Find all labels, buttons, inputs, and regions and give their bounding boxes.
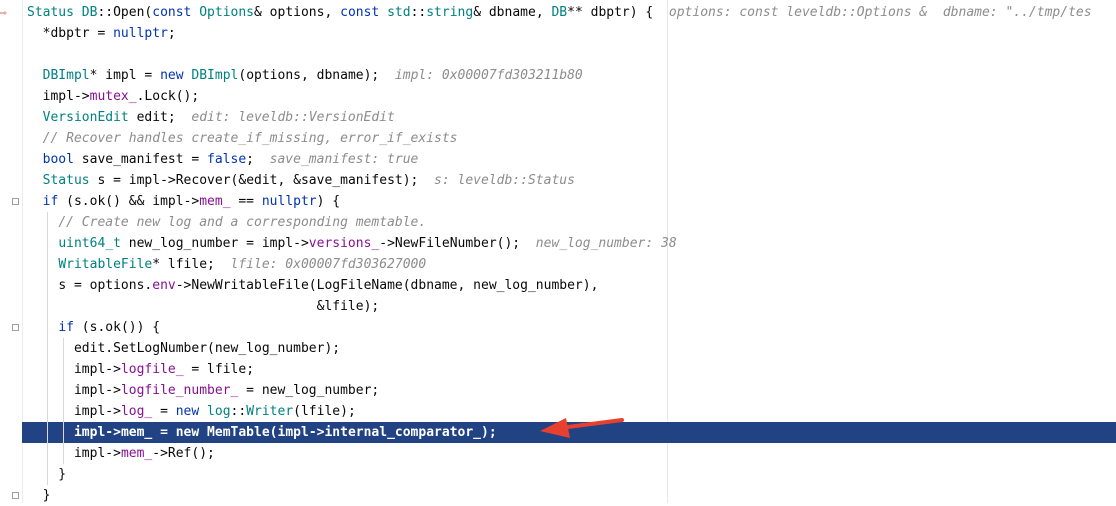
code-text: &lfile); (27, 299, 380, 314)
code-text: DBImpl* impl = new DBImpl(options, dbnam… (42, 68, 583, 83)
code-line[interactable]: } (0, 464, 1116, 485)
code-line[interactable]: uint64_t new_log_number = impl->versions… (0, 233, 1116, 254)
indent-guide (47, 212, 48, 485)
code-line[interactable]: WritableFile* lfile; lfile: 0x00007fd303… (0, 254, 1116, 275)
code-line[interactable]: impl->mem_->Ref(); (0, 443, 1116, 464)
inline-debug-value: impl: 0x00007fd303211b80 (379, 68, 583, 83)
code-text: impl->mem_ = new MemTable(impl->internal… (73, 425, 497, 440)
code-text: WritableFile* lfile; lfile: 0x00007fd303… (58, 257, 427, 272)
code-line[interactable]: impl->logfile_number_ = new_log_number; (0, 380, 1116, 401)
code-line[interactable]: impl->mutex_.Lock(); (0, 86, 1116, 107)
inline-debug-value: save_manifest: true (254, 152, 419, 167)
code-text: s = options.env->NewWritableFile(LogFile… (58, 278, 599, 293)
current-execution-line[interactable]: impl->mem_ = new MemTable(impl->internal… (0, 422, 1116, 443)
code-line[interactable]: impl->logfile_ = lfile; (0, 359, 1116, 380)
execution-point-icon: ⇨ (0, 6, 7, 19)
code-editor[interactable]: Status DB::Open(const Options& options, … (0, 0, 1116, 503)
code-line[interactable]: // Recover handles create_if_missing, er… (0, 128, 1116, 149)
code-line[interactable] (0, 44, 1116, 65)
code-line[interactable]: if (s.ok() && impl->mem_ == nullptr) { (0, 191, 1116, 212)
inline-debug-value: s: leveldb::Status (418, 173, 575, 188)
code-text: impl->log_ = new log::Writer(lfile); (73, 404, 356, 419)
inline-debug-value: edit: leveldb::VersionEdit (175, 110, 395, 125)
code-text: impl->logfile_number_ = new_log_number; (73, 383, 380, 398)
code-line[interactable]: // Create new log and a corresponding me… (0, 212, 1116, 233)
code-text: uint64_t new_log_number = impl->versions… (58, 236, 677, 251)
fold-icon[interactable] (12, 324, 19, 331)
code-line[interactable]: VersionEdit edit; edit: leveldb::Version… (0, 107, 1116, 128)
code-line[interactable]: Status s = impl->Recover(&edit, &save_ma… (0, 170, 1116, 191)
fold-icon[interactable] (12, 492, 19, 499)
code-text: edit.SetLogNumber(new_log_number); (73, 341, 341, 356)
code-line[interactable]: Status DB::Open(const Options& options, … (0, 2, 1116, 23)
code-text: VersionEdit edit; edit: leveldb::Version… (42, 110, 395, 125)
inline-debug-value: new_log_number: 38 (520, 236, 677, 251)
code-text: // Create new log and a corresponding me… (58, 215, 427, 230)
code-text: if (s.ok() && impl->mem_ == nullptr) { (42, 194, 341, 209)
code-line[interactable]: impl->log_ = new log::Writer(lfile); (0, 401, 1116, 422)
inline-debug-value: options: const leveldb::Options & dbname… (653, 5, 1092, 20)
code-line[interactable]: DBImpl* impl = new DBImpl(options, dbnam… (0, 65, 1116, 86)
code-text: // Recover handles create_if_missing, er… (42, 131, 458, 146)
code-line[interactable]: edit.SetLogNumber(new_log_number); (0, 338, 1116, 359)
gutter-cell (0, 422, 22, 443)
code-text: impl->mutex_.Lock(); (42, 89, 200, 104)
indent-guide (63, 338, 64, 464)
code-line[interactable]: *dbptr = nullptr; (0, 23, 1116, 44)
code-line[interactable]: s = options.env->NewWritableFile(LogFile… (0, 275, 1116, 296)
code-line[interactable]: bool save_manifest = false; save_manifes… (0, 149, 1116, 170)
code-text: *dbptr = nullptr; (27, 26, 176, 41)
code-text: Status DB::Open(const Options& options, … (27, 5, 1092, 20)
code-text: impl->mem_->Ref(); (73, 446, 215, 461)
code-line[interactable]: if (s.ok()) { (0, 317, 1116, 338)
inline-debug-value: lfile: 0x00007fd303627000 (214, 257, 427, 272)
fold-icon[interactable] (12, 198, 19, 205)
code-text: impl->logfile_ = lfile; (73, 362, 255, 377)
code-line[interactable]: &lfile); (0, 296, 1116, 317)
code-text: bool save_manifest = false; save_manifes… (42, 152, 419, 167)
code-text: Status s = impl->Recover(&edit, &save_ma… (42, 173, 575, 188)
